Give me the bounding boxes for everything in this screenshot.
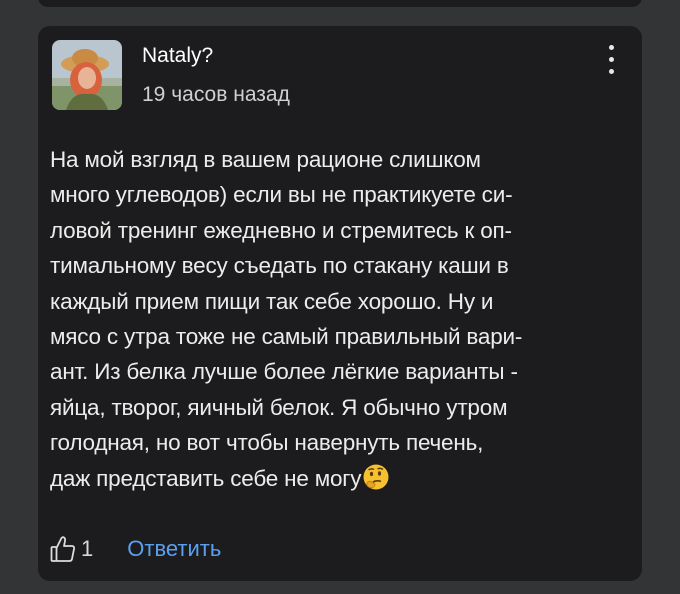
- more-options-button[interactable]: [596, 38, 626, 80]
- comment-body-last-line: даж представить себе не могу: [50, 461, 625, 496]
- comment-body-line: На мой взгляд в вашем рационе слишком: [50, 147, 481, 172]
- more-vertical-icon-dot: [608, 56, 614, 62]
- reply-button[interactable]: Ответить: [127, 536, 221, 562]
- comment-card: Nataly? 19 часов назад На мой взгляд в в…: [38, 26, 642, 581]
- comment-body-line: яйца, творог, яичный белок. Я обычно утр…: [50, 394, 508, 420]
- comment-body-line: мясо с утра тоже не самый правильный вар…: [50, 324, 523, 350]
- comment-body-line: каждый прием пищи так себе хорошо. Ну и: [50, 288, 494, 314]
- comment-body: На мой взгляд в вашем рационе слишком мн…: [50, 142, 625, 496]
- like-button[interactable]: 1: [50, 535, 93, 563]
- more-vertical-icon-dot: [608, 68, 614, 74]
- comment-body-line: ловой тренинг ежедневно и стремитесь к о…: [50, 217, 512, 243]
- comment-body-line: много углеводов) если вы не практикуете …: [50, 182, 513, 208]
- thinking-face-emoji-icon: [363, 464, 389, 490]
- avatar[interactable]: [52, 40, 122, 110]
- more-vertical-icon: [608, 44, 614, 50]
- comment-body-line: тимальному весу съедать по стакану каши …: [50, 253, 509, 279]
- comment-timestamp: 19 часов назад: [142, 83, 290, 106]
- author-name[interactable]: Nataly?: [142, 44, 213, 68]
- comment-body-line: ант. Из белка лучше более лёгкие вариант…: [50, 359, 518, 385]
- previous-comment-card: [38, 0, 642, 7]
- like-count: 1: [81, 536, 94, 561]
- user-photo-avatar-icon: [52, 40, 122, 110]
- comment-body-line: голодная, но вот чтобы навернуть печень,: [50, 430, 484, 456]
- comment-body-line: даж представить себе не могу: [50, 465, 362, 491]
- thumbs-up-outline-icon: [50, 536, 75, 562]
- comment-actions: 1 Ответить: [50, 534, 221, 564]
